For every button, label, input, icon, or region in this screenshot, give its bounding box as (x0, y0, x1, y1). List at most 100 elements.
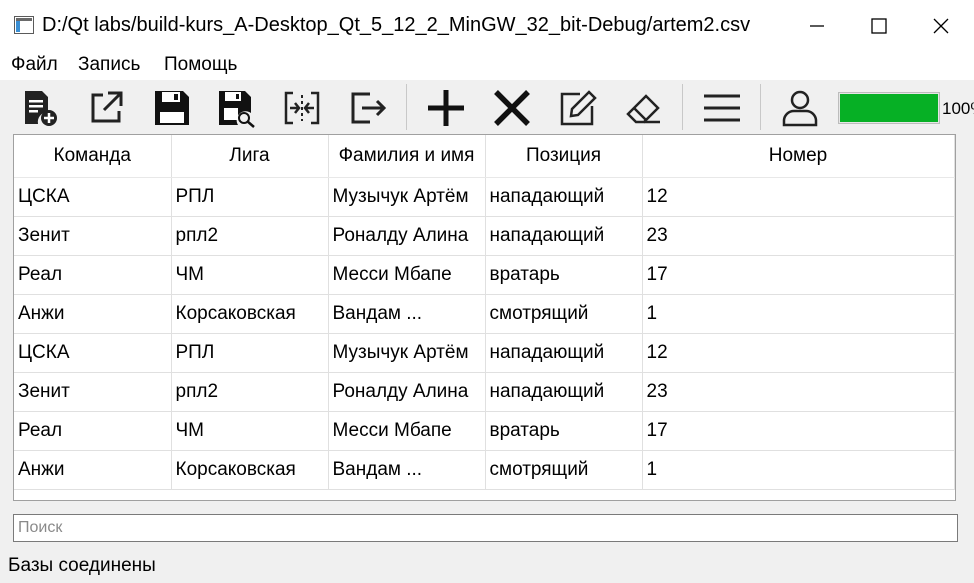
eraser-icon (626, 94, 660, 124)
column-header-name[interactable]: Фамилия и имя (328, 135, 486, 178)
close-button[interactable] (910, 0, 972, 52)
menu-help[interactable]: Помощь (162, 54, 239, 76)
table-cell[interactable]: ЧМ (171, 255, 329, 295)
maximize-icon (871, 18, 887, 34)
exit-button[interactable] (346, 86, 390, 130)
table-cell[interactable]: 12 (642, 333, 955, 373)
table-cell[interactable]: 23 (642, 372, 955, 412)
exit-icon (351, 92, 387, 124)
table-cell[interactable]: 1 (642, 294, 955, 334)
table-cell[interactable]: ЧМ (171, 411, 329, 451)
table-cell[interactable]: 12 (642, 177, 955, 217)
user-button[interactable] (778, 86, 822, 130)
status-text: Базы соединены (8, 555, 156, 576)
maximize-button[interactable] (848, 0, 910, 52)
column-header-team[interactable]: Команда (14, 135, 172, 178)
table-cell[interactable]: нападающий (485, 372, 643, 412)
table-cell[interactable]: Музычук Артём (328, 333, 486, 373)
column-header-league[interactable]: Лига (171, 135, 329, 178)
table-header: Команда Лига Фамилия и имя Позиция Номер (14, 135, 955, 178)
table-cell[interactable]: вратарь (485, 411, 643, 451)
table-cell[interactable]: Реал (14, 255, 172, 295)
open-external-icon (91, 91, 123, 123)
table-row[interactable]: Анжи Корсаковская Вандам ... смотрящий 1 (14, 450, 955, 490)
table-cell[interactable]: нападающий (485, 333, 643, 373)
table-cell[interactable]: РПЛ (171, 177, 329, 217)
table-cell[interactable]: Вандам ... (328, 450, 486, 490)
menu-icon (704, 94, 740, 122)
table-cell[interactable]: ЦСКА (14, 333, 172, 373)
minimize-button[interactable] (786, 0, 848, 52)
table-cell[interactable]: Анжи (14, 294, 172, 334)
merge-button[interactable] (280, 86, 324, 130)
title-bar: D:/Qt labs/build-kurs_A-Desktop_Qt_5_12_… (0, 0, 974, 52)
column-header-number[interactable]: Номер (642, 135, 955, 178)
save-button[interactable] (150, 86, 194, 130)
table-cell[interactable]: вратарь (485, 255, 643, 295)
clear-button[interactable] (622, 86, 666, 130)
table-cell[interactable]: рпл2 (171, 372, 329, 412)
progress-fill (840, 94, 938, 122)
progress-bar (838, 92, 940, 124)
toolbar-separator (682, 84, 683, 130)
table-cell[interactable]: смотрящий (485, 294, 643, 334)
table-cell[interactable]: Роналду Алина (328, 216, 486, 256)
table-cell[interactable]: Вандам ... (328, 294, 486, 334)
table-cell[interactable]: 17 (642, 411, 955, 451)
save-icon (155, 91, 189, 125)
delete-record-button[interactable] (490, 86, 534, 130)
app-icon (14, 16, 34, 34)
menu-file[interactable]: Файл (9, 54, 60, 76)
menu-record[interactable]: Запись (76, 54, 142, 76)
table-row[interactable]: Реал ЧМ Месси Мбапе вратарь 17 (14, 411, 955, 451)
column-header-position[interactable]: Позиция (485, 135, 643, 178)
table-cell[interactable]: Зенит (14, 216, 172, 256)
progress-text: 100% (942, 99, 974, 118)
table-cell[interactable]: рпл2 (171, 216, 329, 256)
table-cell[interactable]: РПЛ (171, 333, 329, 373)
minimize-icon (810, 25, 824, 27)
add-record-button[interactable] (424, 86, 468, 130)
open-button[interactable] (84, 86, 128, 130)
table-cell[interactable]: 17 (642, 255, 955, 295)
menu-button[interactable] (700, 86, 744, 130)
table-cell[interactable]: Месси Мбапе (328, 411, 486, 451)
toolbar-separator (760, 84, 761, 130)
table-cell[interactable]: Корсаковская (171, 450, 329, 490)
table-row[interactable]: Реал ЧМ Месси Мбапе вратарь 17 (14, 255, 955, 295)
menu-bar: Файл Запись Помощь (0, 52, 974, 80)
table-cell[interactable]: 23 (642, 216, 955, 256)
search-input[interactable] (13, 514, 958, 542)
merge-icon (284, 91, 320, 125)
table-cell[interactable]: нападающий (485, 216, 643, 256)
table-cell[interactable]: Роналду Алина (328, 372, 486, 412)
edit-record-button[interactable] (556, 86, 600, 130)
table-row[interactable]: Зенит рпл2 Роналду Алина нападающий 23 (14, 372, 955, 412)
toolbar-separator (406, 84, 407, 130)
table-row[interactable]: Зенит рпл2 Роналду Алина нападающий 23 (14, 216, 955, 256)
close-icon (933, 18, 949, 34)
table-cell[interactable]: Месси Мбапе (328, 255, 486, 295)
window-title: D:/Qt labs/build-kurs_A-Desktop_Qt_5_12_… (42, 14, 751, 36)
table-cell[interactable]: ЦСКА (14, 177, 172, 217)
table-row[interactable]: ЦСКА РПЛ Музычук Артём нападающий 12 (14, 177, 955, 217)
table-cell[interactable]: нападающий (485, 177, 643, 217)
edit-icon (560, 90, 597, 126)
table-cell[interactable]: 1 (642, 450, 955, 490)
table-cell[interactable]: смотрящий (485, 450, 643, 490)
new-database-button[interactable] (18, 86, 62, 130)
data-table[interactable]: Команда Лига Фамилия и имя Позиция Номер… (13, 134, 956, 501)
table-cell[interactable]: Музычук Артём (328, 177, 486, 217)
table-row[interactable]: Анжи Корсаковская Вандам ... смотрящий 1 (14, 294, 955, 334)
table-cell[interactable]: Реал (14, 411, 172, 451)
table-cell[interactable]: Зенит (14, 372, 172, 412)
table-cell[interactable]: Анжи (14, 450, 172, 490)
delete-icon (494, 90, 530, 126)
user-icon (782, 90, 818, 127)
table-row[interactable]: ЦСКА РПЛ Музычук Артём нападающий 12 (14, 333, 955, 373)
toolbar (0, 80, 974, 134)
add-icon (428, 90, 464, 126)
save-as-icon (219, 91, 255, 128)
table-cell[interactable]: Корсаковская (171, 294, 329, 334)
save-as-button[interactable] (214, 86, 258, 130)
